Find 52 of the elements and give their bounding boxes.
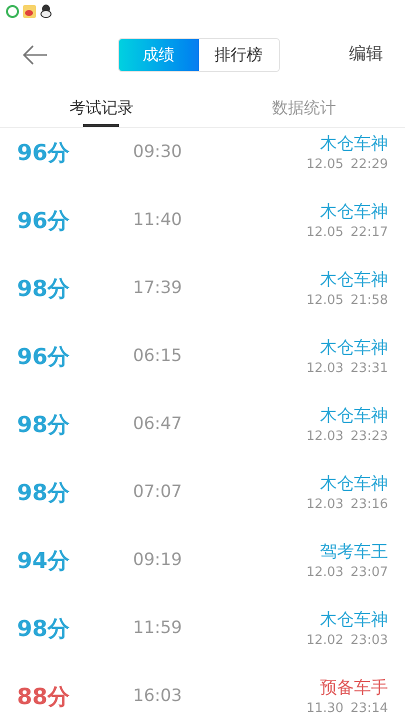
duration: 07:07: [133, 481, 182, 504]
date: 11.30: [306, 700, 344, 718]
rank-title: 木仓车神: [320, 473, 388, 496]
date: 12.03: [306, 496, 344, 514]
status-icon: [40, 4, 53, 18]
tab[interactable]: 考试记录: [0, 88, 202, 127]
date: 12.05: [306, 292, 344, 310]
time: 23:31: [350, 360, 388, 378]
duration: 17:39: [133, 277, 182, 300]
date: 12.03: [306, 360, 344, 378]
tab-indicator: [83, 124, 120, 127]
date: 12.05: [306, 224, 344, 242]
score: 96分: [17, 208, 71, 236]
time: 23:14: [350, 700, 388, 718]
rank-title: 木仓车神: [320, 269, 388, 292]
score: 96分: [17, 344, 71, 372]
score: 98分: [17, 480, 71, 508]
back-icon[interactable]: [22, 45, 48, 65]
score: 94分: [17, 548, 71, 576]
score: 96分: [17, 140, 71, 168]
rank-title: 木仓车神: [320, 201, 388, 224]
date: 12.05: [306, 156, 344, 174]
rank-title: 预备车手: [320, 677, 388, 700]
date: 12.03: [306, 564, 344, 582]
duration: 09:19: [133, 549, 182, 572]
rank-title: 木仓车神: [320, 405, 388, 428]
time: 22:29: [350, 156, 388, 174]
time: 23:16: [350, 496, 388, 514]
duration: 11:59: [133, 617, 182, 640]
rank-title: 驾考车王: [320, 541, 388, 564]
status-icon: [6, 4, 19, 18]
time: 23:23: [350, 428, 388, 446]
time: 21:58: [350, 292, 388, 310]
rank-title: 木仓车神: [320, 609, 388, 632]
date: 12.02: [306, 632, 344, 650]
duration: 06:47: [133, 413, 182, 436]
duration: 11:40: [133, 209, 182, 232]
score: 98分: [17, 276, 71, 304]
rank-title: 木仓车神: [320, 337, 388, 360]
time: 22:17: [350, 224, 388, 242]
time: 23:03: [350, 632, 388, 650]
duration: 09:30: [133, 141, 182, 164]
score: 88分: [17, 684, 71, 712]
score: 98分: [17, 616, 71, 644]
score: 98分: [17, 412, 71, 440]
time: 23:07: [350, 564, 388, 582]
date: 12.03: [306, 428, 344, 446]
status-icon: [23, 4, 36, 18]
duration: 06:15: [133, 345, 182, 368]
duration: 16:03: [133, 685, 182, 708]
rank-title: 木仓车神: [320, 133, 388, 156]
edit-button[interactable]: 编辑: [349, 42, 383, 68]
